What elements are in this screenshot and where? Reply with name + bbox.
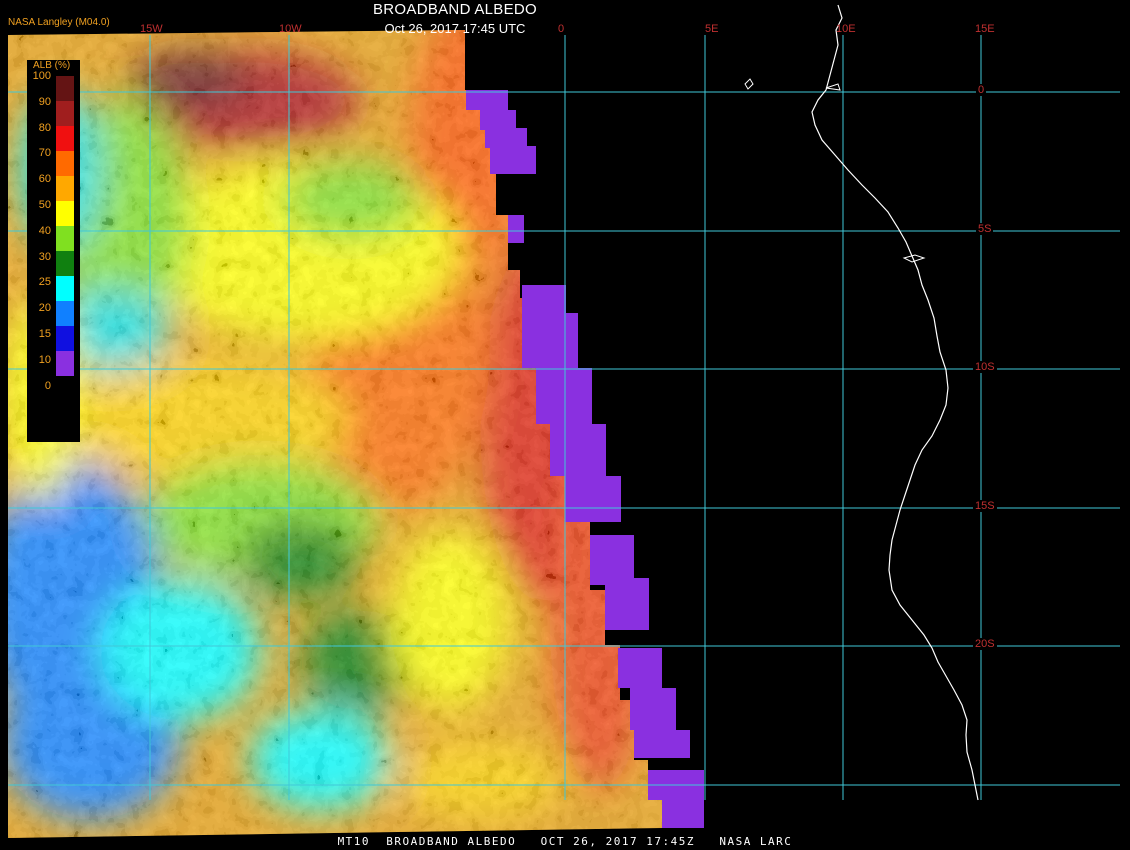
legend-swatch [56, 176, 74, 201]
legend-tick-label: 15 [38, 328, 51, 340]
latitude-label: 20S [973, 638, 997, 650]
legend-swatch [56, 101, 74, 126]
no-data-block [618, 648, 662, 688]
no-data-block [480, 110, 516, 130]
legend-swatch [56, 351, 74, 376]
albedo-swath [8, 30, 662, 838]
longitude-label: 15W [140, 23, 163, 35]
legend-tick-label: 100 [32, 70, 51, 82]
albedo-legend: ALB (%) 100 90 80 70 60 50 40 30 25 20 15 10 0 [27, 60, 80, 442]
longitude-label: 0 [558, 23, 565, 35]
legend-swatch [56, 151, 74, 176]
legend-swatch [56, 276, 74, 301]
legend-tick-label: 40 [38, 224, 51, 237]
latitude-label: 10S [973, 361, 997, 373]
legend-swatch [56, 226, 74, 251]
legend-tick-label: 10 [38, 353, 51, 366]
no-data-block [605, 578, 649, 630]
no-data-block [508, 215, 524, 243]
island-outline [744, 78, 754, 90]
no-data-block [550, 424, 606, 476]
map-title: BROADBAND ALBEDO [372, 1, 537, 18]
no-data-block [485, 128, 527, 148]
legend-swatch [56, 76, 74, 101]
latitude-label: 5S [976, 223, 994, 235]
no-data-block [634, 730, 690, 758]
legend-tick-label: 20 [38, 302, 51, 315]
map-datetime: Oct 26, 2017 17:45 UTC [384, 21, 526, 36]
no-data-block [522, 313, 578, 368]
legend-swatch [56, 126, 74, 151]
legend-tick-label: 30 [38, 250, 51, 263]
legend-tick-label: 80 [38, 121, 51, 134]
source-label: NASA Langley (M04.0) [8, 17, 110, 28]
longitude-label: 5E [705, 23, 719, 35]
albedo-map [8, 4, 1120, 838]
legend-tick-label: 25 [38, 276, 51, 289]
legend-tick-label: 70 [38, 147, 51, 160]
no-data-block [536, 368, 592, 424]
legend-tick-label: 90 [38, 95, 51, 108]
legend-swatch [56, 251, 74, 276]
no-data-block [565, 476, 621, 522]
legend-tick-label: 60 [38, 173, 51, 186]
coastline-inlet [902, 254, 926, 263]
no-data-block [490, 146, 536, 174]
island-outline-small [825, 83, 841, 91]
no-data-block [522, 285, 566, 313]
legend-swatch [56, 201, 74, 226]
latitude-label: 0 [976, 84, 987, 96]
legend-swatch [56, 301, 74, 326]
longitude-label: 10E [836, 23, 856, 35]
coastline [811, 4, 979, 801]
bottom-caption: MT10 BROADBAND ALBEDO OCT 26, 2017 17:45… [337, 835, 793, 848]
no-data-block [590, 535, 634, 585]
legend-tick-label: 50 [38, 199, 51, 211]
latitude-label: 15S [973, 500, 997, 512]
no-data-block [630, 688, 676, 730]
legend-tick-label: 0 [44, 379, 51, 392]
no-data-block [662, 800, 704, 828]
legend-swatch [56, 326, 74, 351]
longitude-label: 10W [279, 23, 302, 35]
no-data-block [466, 90, 508, 110]
longitude-label: 15E [975, 23, 995, 35]
legend-colorbar [56, 76, 74, 376]
